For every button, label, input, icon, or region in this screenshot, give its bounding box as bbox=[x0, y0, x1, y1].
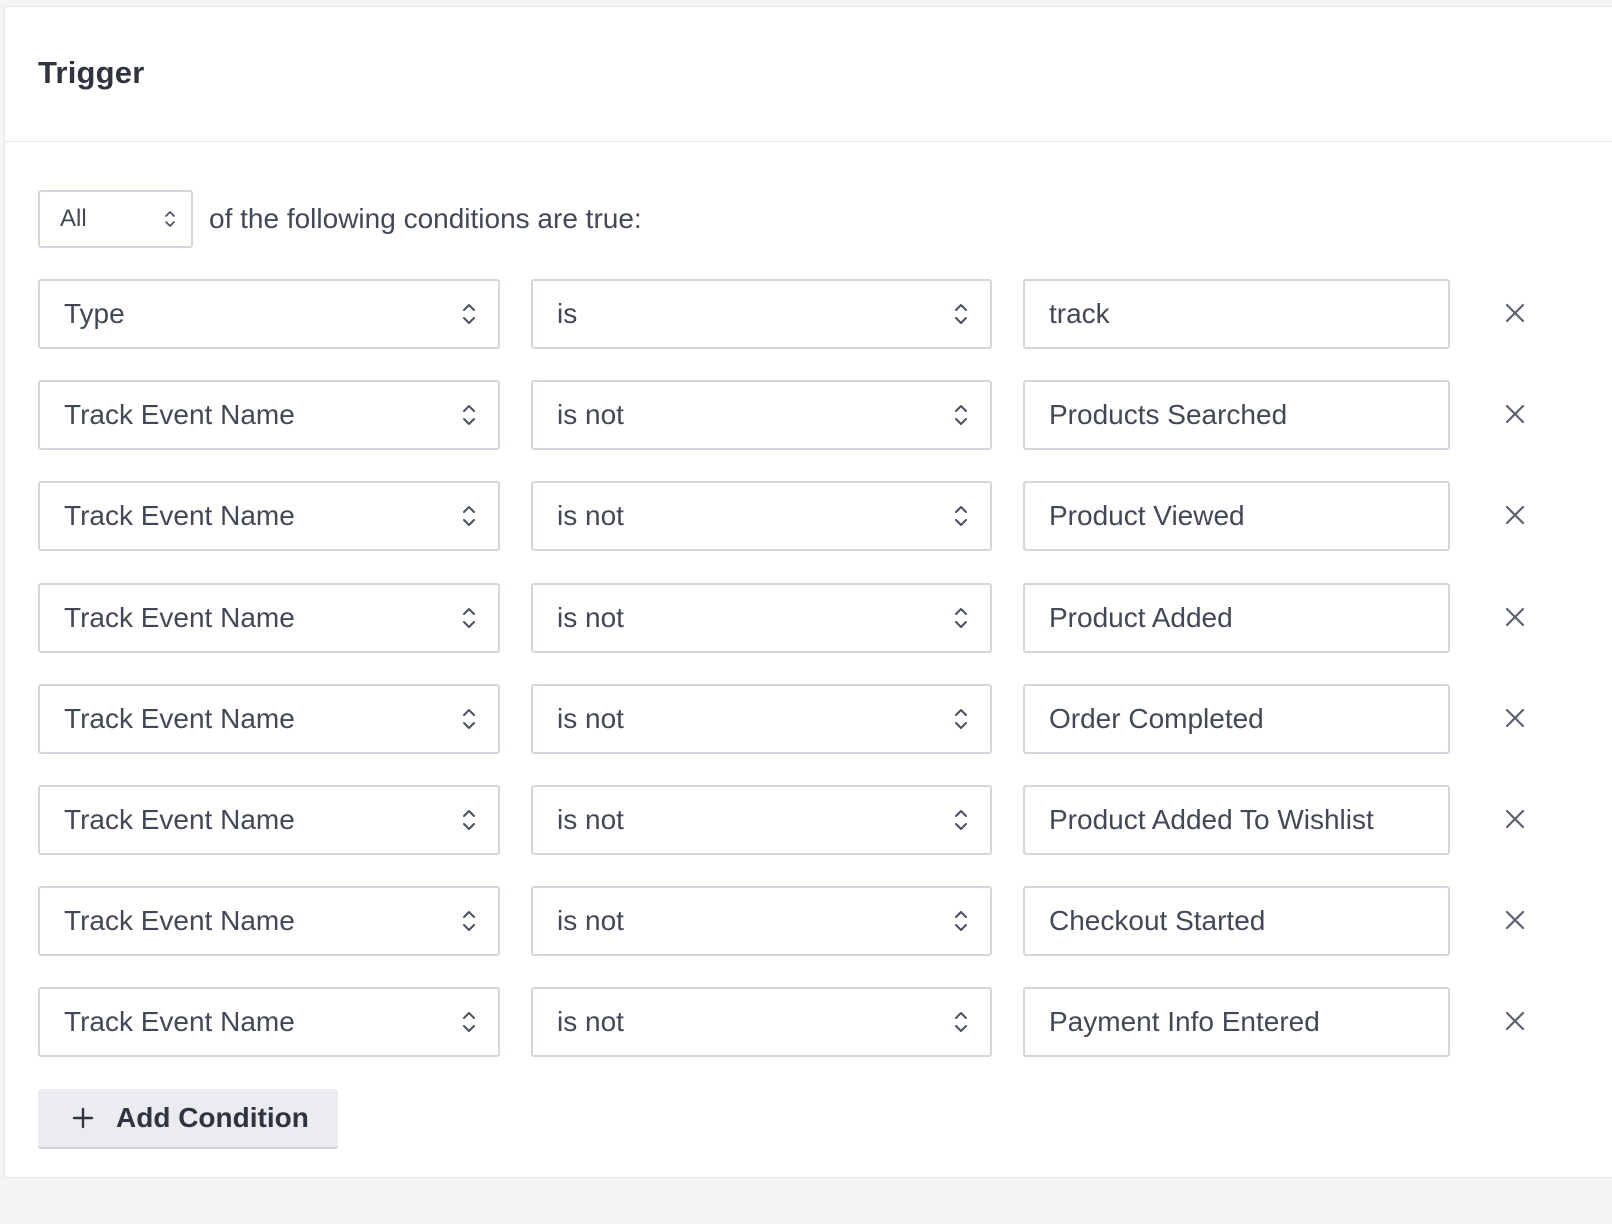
condition-operator-value: is not bbox=[557, 602, 624, 633]
chevron-up-down-icon bbox=[955, 304, 967, 324]
condition-field-select[interactable]: Track Event Name bbox=[38, 886, 500, 956]
remove-condition-button[interactable] bbox=[1498, 600, 1532, 634]
match-mode-description: of the following conditions are true: bbox=[209, 203, 642, 234]
remove-condition-button[interactable] bbox=[1498, 498, 1532, 532]
chevron-up-down-icon bbox=[463, 810, 475, 830]
remove-condition-button[interactable] bbox=[1498, 903, 1532, 937]
remove-condition-button[interactable] bbox=[1498, 701, 1532, 735]
condition-field-value: Track Event Name bbox=[64, 399, 295, 430]
chevron-up-down-icon bbox=[463, 304, 475, 324]
close-icon bbox=[1505, 708, 1525, 728]
close-icon bbox=[1505, 809, 1525, 829]
close-icon bbox=[1505, 1011, 1525, 1031]
remove-condition-button[interactable] bbox=[1498, 802, 1532, 836]
chevron-up-down-icon bbox=[165, 211, 175, 227]
condition-value-input[interactable] bbox=[1023, 380, 1450, 450]
add-condition-label: Add Condition bbox=[116, 1102, 309, 1133]
condition-field-select[interactable]: Type bbox=[38, 279, 500, 349]
add-condition-button[interactable]: Add Condition bbox=[38, 1089, 338, 1149]
condition-operator-select[interactable]: is not bbox=[531, 583, 992, 653]
condition-field-select[interactable]: Track Event Name bbox=[38, 481, 500, 551]
condition-value-input[interactable] bbox=[1023, 886, 1450, 956]
chevron-up-down-icon bbox=[463, 709, 475, 729]
chevron-up-down-icon bbox=[955, 911, 967, 931]
chevron-up-down-icon bbox=[955, 608, 967, 628]
condition-operator-select[interactable]: is not bbox=[531, 886, 992, 956]
condition-operator-select[interactable]: is not bbox=[531, 785, 992, 855]
close-icon bbox=[1505, 505, 1525, 525]
plus-icon bbox=[72, 1107, 94, 1129]
chevron-up-down-icon bbox=[463, 911, 475, 931]
condition-operator-select[interactable]: is not bbox=[531, 987, 992, 1057]
condition-field-value: Track Event Name bbox=[64, 1006, 295, 1037]
condition-value-input[interactable] bbox=[1023, 481, 1450, 551]
condition-field-value: Track Event Name bbox=[64, 905, 295, 936]
condition-field-value: Track Event Name bbox=[64, 602, 295, 633]
condition-value-input[interactable] bbox=[1023, 785, 1450, 855]
close-icon bbox=[1505, 303, 1525, 323]
condition-operator-select[interactable]: is not bbox=[531, 481, 992, 551]
remove-condition-button[interactable] bbox=[1498, 397, 1532, 431]
condition-field-select[interactable]: Track Event Name bbox=[38, 684, 500, 754]
condition-field-value: Track Event Name bbox=[64, 804, 295, 835]
chevron-up-down-icon bbox=[955, 1012, 967, 1032]
chevron-up-down-icon bbox=[463, 1012, 475, 1032]
close-icon bbox=[1505, 404, 1525, 424]
condition-value-input[interactable] bbox=[1023, 684, 1450, 754]
chevron-up-down-icon bbox=[463, 405, 475, 425]
condition-operator-value: is not bbox=[557, 905, 624, 936]
remove-condition-button[interactable] bbox=[1498, 1004, 1532, 1038]
panel-title: Trigger bbox=[38, 55, 145, 90]
match-mode-select[interactable]: All bbox=[38, 190, 193, 248]
condition-operator-value: is not bbox=[557, 804, 624, 835]
chevron-up-down-icon bbox=[463, 506, 475, 526]
chevron-up-down-icon bbox=[955, 709, 967, 729]
condition-operator-select[interactable]: is bbox=[531, 279, 992, 349]
condition-operator-select[interactable]: is not bbox=[531, 380, 992, 450]
condition-field-value: Track Event Name bbox=[64, 703, 295, 734]
condition-field-select[interactable]: Track Event Name bbox=[38, 583, 500, 653]
condition-operator-value: is not bbox=[557, 703, 624, 734]
condition-value-input[interactable] bbox=[1023, 987, 1450, 1057]
condition-field-select[interactable]: Track Event Name bbox=[38, 785, 500, 855]
remove-condition-button[interactable] bbox=[1498, 296, 1532, 330]
match-mode-value: All bbox=[60, 205, 87, 232]
match-mode-row: All of the following conditions are true… bbox=[38, 190, 642, 248]
condition-value-input[interactable] bbox=[1023, 583, 1450, 653]
condition-operator-value: is not bbox=[557, 1006, 624, 1037]
close-icon bbox=[1505, 607, 1525, 627]
chevron-up-down-icon bbox=[955, 506, 967, 526]
close-icon bbox=[1505, 910, 1525, 930]
condition-field-value: Track Event Name bbox=[64, 500, 295, 531]
condition-field-select[interactable]: Track Event Name bbox=[38, 987, 500, 1057]
condition-operator-value: is not bbox=[557, 399, 624, 430]
condition-value-input[interactable] bbox=[1023, 279, 1450, 349]
condition-operator-value: is bbox=[557, 298, 578, 329]
condition-operator-value: is not bbox=[557, 500, 624, 531]
condition-operator-select[interactable]: is not bbox=[531, 684, 992, 754]
condition-field-select[interactable]: Track Event Name bbox=[38, 380, 500, 450]
trigger-panel: Trigger All of the following conditions … bbox=[4, 6, 1612, 1178]
chevron-up-down-icon bbox=[955, 810, 967, 830]
chevron-up-down-icon bbox=[955, 405, 967, 425]
condition-field-value: Type bbox=[64, 298, 125, 329]
chevron-up-down-icon bbox=[463, 608, 475, 628]
panel-header: Trigger bbox=[5, 7, 1612, 142]
